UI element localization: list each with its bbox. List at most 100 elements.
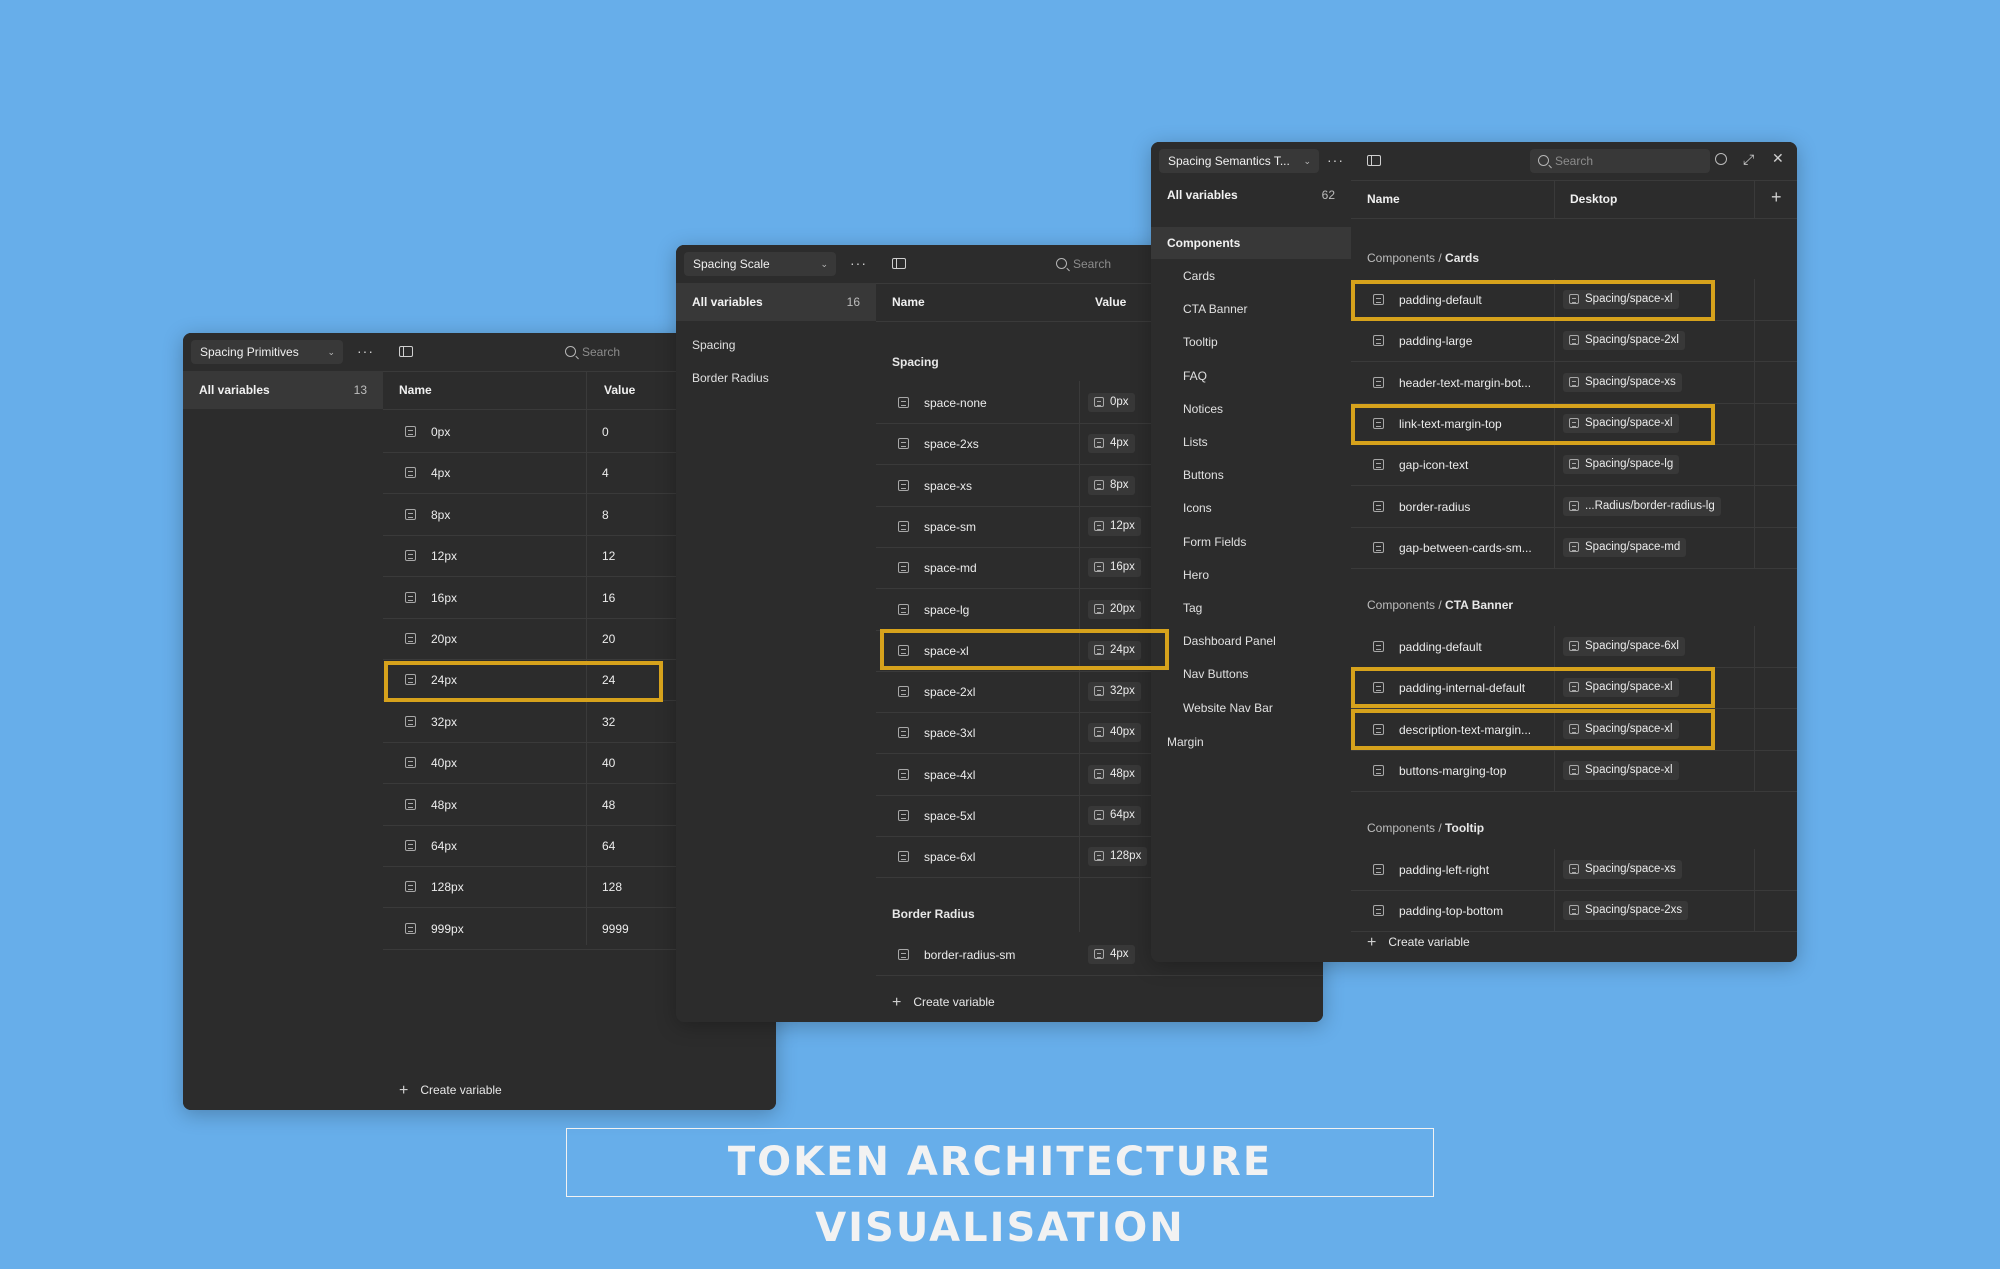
sidebar-subgroup[interactable]: CTA Banner <box>1183 302 1247 316</box>
table-row[interactable]: gap-icon-text Spacing/space-lg <box>1351 444 1797 487</box>
more-options-icon[interactable]: ··· <box>1327 150 1344 170</box>
variable-value[interactable]: 20 <box>602 632 615 646</box>
sidebar-toggle-icon[interactable] <box>1367 155 1381 166</box>
variable-value[interactable]: 8 <box>602 508 609 522</box>
table-row[interactable]: link-text-margin-top Spacing/space-xl <box>1351 402 1797 445</box>
variable-value-chip[interactable]: 40px <box>1088 723 1141 743</box>
sidebar-subgroup[interactable]: Icons <box>1183 501 1212 515</box>
variable-value-chip[interactable]: Spacing/space-xs <box>1563 860 1682 879</box>
table-row[interactable]: buttons-marging-top Spacing/space-xl <box>1351 749 1797 792</box>
variable-value-chip[interactable]: 16px <box>1088 558 1141 578</box>
table-row[interactable]: border-radius ...Radius/border-radius-lg <box>1351 485 1797 528</box>
create-variable-button[interactable]: + Create variable <box>399 1082 502 1100</box>
expand-icon[interactable]: ⤢ <box>1743 151 1754 168</box>
sidebar-subgroup[interactable]: Dashboard Panel <box>1183 634 1276 648</box>
variable-name: 16px <box>431 590 458 605</box>
sidebar-subgroup[interactable]: Tooltip <box>1183 335 1218 349</box>
column-divider <box>1554 749 1555 791</box>
variable-value-chip[interactable]: 4px <box>1088 945 1135 964</box>
group-spacing[interactable]: Spacing <box>692 338 735 352</box>
collection-select[interactable]: Spacing Semantics T... ⌄ <box>1159 149 1319 173</box>
variable-value-chip[interactable]: 32px <box>1088 682 1141 702</box>
variable-value-chip[interactable]: 0px <box>1088 393 1135 412</box>
variable-value-chip[interactable]: 12px <box>1088 516 1141 536</box>
variable-value[interactable]: 16 <box>602 591 615 605</box>
table-row[interactable]: description-text-margin... Spacing/space-… <box>1351 708 1797 751</box>
variable-value-chip[interactable]: 24px <box>1088 640 1141 660</box>
variable-value-chip[interactable]: Spacing/space-6xl <box>1563 637 1685 656</box>
group-margin[interactable]: Margin <box>1167 735 1204 749</box>
variable-value[interactable]: 32 <box>602 715 615 729</box>
variable-value-chip[interactable]: Spacing/space-2xs <box>1563 901 1689 921</box>
filter-icon[interactable] <box>1715 153 1727 165</box>
collection-select[interactable]: Spacing Scale ⌄ <box>684 252 836 276</box>
variable-value-chip[interactable]: Spacing/space-xl <box>1563 719 1679 739</box>
group-components-label: Components <box>1167 236 1241 250</box>
variable-value-chip[interactable]: 48px <box>1088 764 1141 784</box>
variable-value-chip[interactable]: Spacing/space-xl <box>1563 678 1679 698</box>
sidebar-subgroup[interactable]: Lists <box>1183 435 1208 449</box>
variable-value[interactable]: 48 <box>602 798 615 812</box>
variable-value[interactable]: 40 <box>602 756 615 770</box>
sidebar-subgroup[interactable]: Buttons <box>1183 468 1224 482</box>
group-border-radius[interactable]: Border Radius <box>692 371 769 385</box>
variable-value-chip[interactable]: Spacing/space-xl <box>1563 290 1679 309</box>
table-row[interactable]: padding-default Spacing/space-6xl <box>1351 626 1797 668</box>
alias-icon <box>1569 641 1579 651</box>
variable-value[interactable]: 0 <box>602 425 609 439</box>
variable-value-chip[interactable]: Spacing/space-xl <box>1563 413 1679 433</box>
alias-icon <box>1094 438 1104 449</box>
variable-value[interactable]: 12 <box>602 549 615 563</box>
sidebar-subgroup[interactable]: FAQ <box>1183 369 1207 383</box>
variable-value[interactable]: 24 <box>602 673 615 687</box>
more-options-icon[interactable]: ··· <box>850 253 867 273</box>
table-row[interactable]: padding-internal-default Spacing/space-xl <box>1351 667 1797 710</box>
all-variables-item[interactable]: All variables <box>1167 188 1238 202</box>
variable-value[interactable]: 4 <box>602 466 609 480</box>
sidebar-toggle-icon[interactable] <box>892 258 906 269</box>
create-variable-button[interactable]: + Create variable <box>1367 934 1470 952</box>
table-row[interactable]: padding-top-bottom Spacing/space-2xs <box>1351 890 1797 933</box>
collection-select[interactable]: Spacing Primitives ⌄ <box>191 340 343 364</box>
column-divider <box>1554 444 1555 486</box>
variable-value-chip[interactable]: 20px <box>1088 599 1141 619</box>
variable-value-chip[interactable]: 4px <box>1088 434 1135 454</box>
table-row[interactable]: padding-default Spacing/space-xl <box>1351 279 1797 321</box>
sidebar-subgroup[interactable]: Tag <box>1183 601 1202 615</box>
search-input[interactable]: Search <box>1530 149 1710 173</box>
sidebar-subgroup[interactable]: Hero <box>1183 568 1209 582</box>
all-variables-item[interactable]: All variables 13 <box>183 371 383 409</box>
variable-value-chip[interactable]: ...Radius/border-radius-lg <box>1563 496 1721 516</box>
sidebar-subgroup[interactable]: Website Nav Bar <box>1183 701 1273 715</box>
variable-value-chip[interactable]: 8px <box>1088 475 1135 495</box>
variable-value[interactable]: 64 <box>602 839 615 853</box>
search-input[interactable]: Search <box>1056 252 1111 276</box>
variable-value-chip[interactable]: Spacing/space-2xl <box>1563 331 1685 351</box>
table-row[interactable]: padding-large Spacing/space-2xl <box>1351 320 1797 363</box>
variable-value-chip[interactable]: Spacing/space-lg <box>1563 455 1680 475</box>
close-icon[interactable]: ✕ <box>1772 150 1784 167</box>
add-mode-icon[interactable]: + <box>1771 187 1782 208</box>
sidebar-subgroup[interactable]: Nav Buttons <box>1183 667 1248 681</box>
all-variables-item[interactable]: All variables 16 <box>676 283 876 321</box>
search-input[interactable]: Search <box>565 340 620 364</box>
more-options-icon[interactable]: ··· <box>357 341 374 361</box>
variable-value[interactable]: 9999 <box>602 922 629 936</box>
variable-value-chip[interactable]: 64px <box>1088 806 1141 825</box>
variable-name: space-none <box>924 396 987 410</box>
table-row[interactable]: gap-between-cards-sm... Spacing/space-md <box>1351 526 1797 569</box>
table-row[interactable]: header-text-margin-bot... Spacing/space-x… <box>1351 361 1797 404</box>
variable-value[interactable]: 128 <box>602 880 622 894</box>
variable-value-chip[interactable]: 128px <box>1088 847 1148 867</box>
sidebar-subgroup[interactable]: Form Fields <box>1183 535 1246 549</box>
sidebar-subgroup[interactable]: Notices <box>1183 402 1223 416</box>
group-components[interactable]: Components <box>1151 227 1351 259</box>
create-variable-button[interactable]: + Create variable <box>892 994 995 1012</box>
sidebar-subgroup[interactable]: Cards <box>1183 269 1215 283</box>
table-row[interactable]: padding-left-right Spacing/space-xs <box>1351 849 1797 891</box>
sidebar-toggle-icon[interactable] <box>399 346 413 357</box>
variable-value-chip[interactable]: Spacing/space-xl <box>1563 760 1679 780</box>
variable-value-chip[interactable]: Spacing/space-xs <box>1563 372 1682 392</box>
variable-value-chip[interactable]: Spacing/space-md <box>1563 537 1687 557</box>
variable-name: header-text-margin-bot... <box>1399 375 1532 390</box>
